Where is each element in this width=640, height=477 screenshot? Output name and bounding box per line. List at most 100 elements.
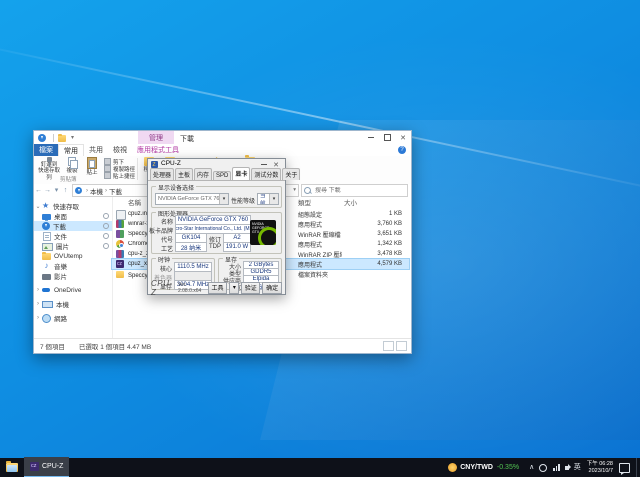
taskbar-explorer-button[interactable] xyxy=(2,458,22,477)
sidebar-item-pictures[interactable]: 圖片 xyxy=(34,241,112,251)
maximize-button[interactable] xyxy=(379,131,395,144)
crumb-separator2: › xyxy=(105,188,107,194)
address-dropdown-icon[interactable]: ▾ xyxy=(293,188,296,194)
tab-share[interactable]: 共用 xyxy=(84,144,108,156)
perf-level-select[interactable]: 当前 ▾ xyxy=(257,193,279,205)
tab-spd[interactable]: SPD xyxy=(213,171,231,180)
pin-icon xyxy=(103,243,109,249)
paste-button[interactable]: 貼上 xyxy=(82,157,102,181)
clock[interactable]: 下午 06:28 2023/10/7 xyxy=(587,461,613,474)
taskbar-cpuz-button[interactable]: CPU-Z xyxy=(24,457,69,477)
tab-app-tools[interactable]: 應用程式工具 xyxy=(132,144,184,156)
group-label-clipboard: 剪貼簿 xyxy=(60,175,77,183)
tray-settings-icon[interactable] xyxy=(539,464,547,472)
forward-button[interactable]: → xyxy=(43,187,52,194)
explorer-titlebar[interactable]: ▾ 管理 下載 ✕ xyxy=(34,131,411,144)
up-button[interactable]: ↑ xyxy=(61,187,70,194)
gpu-tdp-label: TDP xyxy=(205,244,221,250)
minimize-icon xyxy=(368,137,374,138)
onedrive-icon xyxy=(42,286,51,294)
widget-change[interactable]: -0.35% xyxy=(497,464,519,471)
column-header-size[interactable]: 大小 xyxy=(344,197,384,207)
gpu-tech-value: 28 纳米 xyxy=(175,242,207,252)
thumbnails-view-button[interactable] xyxy=(396,341,407,351)
crumb-this-pc[interactable]: 本機 xyxy=(90,186,103,196)
widget-pair[interactable]: CNY/TWD xyxy=(460,464,493,471)
chrome-icon xyxy=(116,240,124,248)
taskbar: CPU-Z CNY/TWD -0.35% ∧ 英 下午 06:28 2023/1… xyxy=(0,458,640,477)
help-icon[interactable]: ? xyxy=(398,146,406,154)
gpu-tech-label: 工艺 xyxy=(153,244,173,253)
sidebar-item-documents[interactable]: 文件 xyxy=(34,231,112,241)
crumb-downloads[interactable]: 下載 xyxy=(109,186,122,196)
column-header-type[interactable]: 類型 xyxy=(298,197,338,207)
copy-icon xyxy=(68,157,76,167)
folder-icon xyxy=(116,271,124,278)
cpuz-tabs: 处理器 主板 内存 SPD 显卡 测试分数 关于 xyxy=(150,170,283,180)
zip-archive-icon xyxy=(116,250,124,258)
tab-graphics[interactable]: 显卡 xyxy=(232,167,250,180)
sidebar-item-desktop[interactable]: 桌面 xyxy=(34,211,112,221)
close-icon: ✕ xyxy=(400,134,406,142)
ok-button[interactable]: 确定 xyxy=(262,282,282,294)
tab-about[interactable]: 关于 xyxy=(282,168,300,180)
sidebar-item-ovutemp[interactable]: OVUtemp xyxy=(34,251,112,261)
pin-icon xyxy=(103,213,109,219)
recent-locations-button[interactable]: ▾ xyxy=(52,187,61,194)
action-center-icon[interactable] xyxy=(619,463,630,473)
clock-time: 下午 06:28 xyxy=(587,461,613,468)
paste-shortcut-button[interactable]: 貼上捷徑 xyxy=(104,172,135,179)
sidebar-item-onedrive[interactable]: › OneDrive xyxy=(34,285,112,295)
tab-bench[interactable]: 测试分数 xyxy=(251,168,281,180)
downloads-icon xyxy=(42,222,50,230)
clock-date: 2023/10/7 xyxy=(587,468,613,475)
qat-customize-icon[interactable]: ▾ xyxy=(71,135,74,141)
sidebar-item-this-pc[interactable]: › 本機 xyxy=(34,299,112,309)
show-desktop-button[interactable] xyxy=(636,458,640,477)
tab-view[interactable]: 檢視 xyxy=(108,144,132,156)
gpu-group: 图形处理器 名称 NVIDIA GeForce GTX 760 板卡品牌 Mic… xyxy=(151,212,282,254)
tab-file[interactable]: 檔案 xyxy=(34,144,58,156)
details-view-button[interactable] xyxy=(383,341,394,351)
tools-dropdown-button[interactable]: ▾ xyxy=(229,282,239,294)
cpuz-app-icon xyxy=(116,260,124,268)
tab-cpu[interactable]: 处理器 xyxy=(150,168,174,180)
folder-qat-icon[interactable] xyxy=(58,135,66,142)
display-selection-group: 显示设备选择 NVIDIA GeForce GTX 760 ▾ 性能等级 当前 … xyxy=(151,186,282,208)
cut-icon xyxy=(104,158,111,165)
tab-mainboard[interactable]: 主板 xyxy=(175,168,193,180)
cpuz-taskbar-icon xyxy=(30,462,39,471)
search-box[interactable] xyxy=(301,184,408,197)
expand-icon[interactable]: ⌄ xyxy=(34,203,42,210)
cpuz-window: CPU-Z ✕ 处理器 主板 内存 SPD 显卡 测试分数 关于 显示设备选择 … xyxy=(147,158,286,295)
pictures-icon xyxy=(42,243,53,251)
network-icon[interactable] xyxy=(552,464,560,471)
validate-button[interactable]: 验证 xyxy=(241,282,260,294)
expand-icon[interactable]: › xyxy=(34,315,42,321)
sidebar-item-music[interactable]: ♪ 音樂 xyxy=(34,261,112,271)
expand-icon[interactable]: › xyxy=(34,287,42,293)
sidebar-quick-access[interactable]: ⌄ ★ 快速存取 xyxy=(34,201,112,211)
display-device-select[interactable]: NVIDIA GeForce GTX 760 ▾ xyxy=(155,193,229,205)
back-button[interactable]: ← xyxy=(34,187,43,194)
sidebar-item-downloads[interactable]: 下載 xyxy=(34,221,112,231)
sidebar-item-videos[interactable]: 影片 xyxy=(34,271,112,281)
downloads-qat-icon xyxy=(38,134,46,142)
tab-memory[interactable]: 内存 xyxy=(194,168,212,180)
this-pc-icon xyxy=(42,301,53,308)
ime-indicator[interactable]: 英 xyxy=(574,464,581,471)
expand-icon[interactable]: › xyxy=(34,301,42,307)
selection-summary: 已選取 1 個項目 4.47 MB xyxy=(79,341,151,351)
tools-button[interactable]: 工具 xyxy=(208,282,228,294)
cpuz-logo: CPU-Z xyxy=(151,279,175,297)
sidebar-item-network[interactable]: › 網路 xyxy=(34,313,112,323)
network-icon xyxy=(42,314,51,323)
minimize-button[interactable] xyxy=(363,131,379,144)
search-input[interactable] xyxy=(313,187,405,195)
nvidia-geforce-logo: NVIDIA GEFORCE GTX xyxy=(250,220,276,245)
pin-to-quick-access-button[interactable]: 釘選到快速存取列 xyxy=(36,157,62,181)
tray-expand-button[interactable]: ∧ xyxy=(529,464,534,471)
close-button[interactable]: ✕ xyxy=(395,131,411,144)
volume-icon[interactable] xyxy=(565,466,569,470)
folder-icon xyxy=(42,253,51,260)
